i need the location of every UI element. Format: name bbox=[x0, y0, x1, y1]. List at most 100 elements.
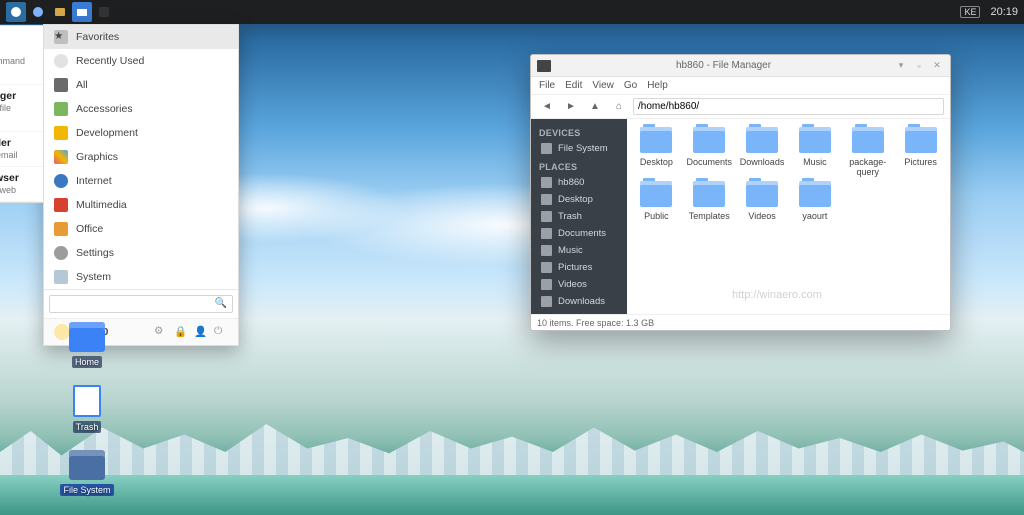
top-panel: KE 20:19 bbox=[0, 0, 1024, 24]
status-free-space: Free space: 1.3 GB bbox=[576, 318, 654, 328]
window-titlebar[interactable]: hb860 - File Manager ▾ ▫ ✕ bbox=[531, 55, 950, 77]
file-label: Pictures bbox=[895, 157, 946, 167]
cat-development[interactable]: Development bbox=[44, 121, 238, 145]
cat-system[interactable]: System bbox=[44, 265, 238, 289]
cat-settings[interactable]: Settings bbox=[44, 241, 238, 265]
folder-icon bbox=[640, 181, 672, 207]
file-label: Downloads bbox=[737, 157, 788, 167]
file-label: Videos bbox=[737, 211, 788, 221]
sidebar-heading-devices: DEVICES bbox=[531, 123, 627, 140]
nav-up-button[interactable]: ▲ bbox=[585, 98, 605, 116]
fav-file-manager[interactable]: File ManagerBrowse the file system bbox=[0, 85, 43, 132]
file-manager-window: hb860 - File Manager ▾ ▫ ✕ File Edit Vie… bbox=[530, 54, 951, 331]
app-menu-categories: ★Favorites Recently Used All Accessories… bbox=[44, 25, 238, 289]
menu-view[interactable]: View bbox=[592, 80, 614, 91]
folder-icon bbox=[640, 127, 672, 153]
cat-accessories[interactable]: Accessories bbox=[44, 97, 238, 121]
folder-icon bbox=[799, 181, 831, 207]
fav-mail[interactable]: Mail ReaderRead your email bbox=[0, 132, 43, 167]
app-menu-popup: Terminal EmulatorUse the command line Fi… bbox=[43, 24, 239, 346]
minimize-button[interactable]: ▾ bbox=[894, 59, 908, 73]
folder-icon bbox=[852, 127, 884, 153]
maximize-button[interactable]: ▫ bbox=[912, 59, 926, 73]
sidebar-item-downloads[interactable]: Downloads bbox=[531, 293, 627, 310]
file-item[interactable]: package-query bbox=[842, 127, 893, 177]
folder-icon bbox=[69, 322, 105, 352]
folder-icon bbox=[693, 181, 725, 207]
star-icon: ★ bbox=[54, 30, 68, 44]
sidebar-item-music[interactable]: Music bbox=[531, 242, 627, 259]
window-title: hb860 - File Manager bbox=[557, 60, 890, 71]
cat-graphics[interactable]: Graphics bbox=[44, 145, 238, 169]
trash-icon bbox=[541, 211, 552, 222]
cat-internet[interactable]: Internet bbox=[44, 169, 238, 193]
menu-file[interactable]: File bbox=[539, 80, 555, 91]
file-item[interactable]: Public bbox=[631, 181, 682, 221]
file-item[interactable]: Videos bbox=[737, 181, 788, 221]
path-input[interactable] bbox=[633, 98, 944, 115]
sidebar-item-documents[interactable]: Documents bbox=[531, 225, 627, 242]
sidebar-heading-places: PLACES bbox=[531, 157, 627, 174]
downloads-icon bbox=[541, 296, 552, 307]
fm-content[interactable]: DesktopDocumentsDownloadsMusicpackage-qu… bbox=[627, 119, 950, 314]
lock-button[interactable]: 🔒 bbox=[174, 325, 188, 339]
panel-app-mail[interactable] bbox=[50, 2, 70, 22]
file-item[interactable]: Desktop bbox=[631, 127, 682, 177]
file-item[interactable]: Music bbox=[789, 127, 840, 177]
sidebar-item-desktop[interactable]: Desktop bbox=[531, 191, 627, 208]
desktop-icon-filesystem[interactable]: File System bbox=[55, 450, 119, 496]
fm-menubar: File Edit View Go Help bbox=[531, 77, 950, 95]
cat-multimedia[interactable]: Multimedia bbox=[44, 193, 238, 217]
internet-icon bbox=[54, 174, 68, 188]
settings-button[interactable]: ⚙ bbox=[154, 325, 168, 339]
sidebar-item-pictures[interactable]: Pictures bbox=[531, 259, 627, 276]
videos-icon bbox=[541, 279, 552, 290]
grid-icon bbox=[54, 78, 68, 92]
app-menu-search-input[interactable] bbox=[49, 295, 233, 313]
keyboard-indicator[interactable]: KE bbox=[960, 6, 980, 18]
menu-go[interactable]: Go bbox=[624, 80, 637, 91]
menu-help[interactable]: Help bbox=[647, 80, 668, 91]
file-label: package-query bbox=[842, 157, 893, 177]
app-menu-favorites: Terminal EmulatorUse the command line Fi… bbox=[0, 25, 43, 203]
panel-app-web[interactable] bbox=[28, 2, 48, 22]
nav-forward-button[interactable]: ► bbox=[561, 98, 581, 116]
nav-home-button[interactable]: ⌂ bbox=[609, 98, 629, 116]
gear-icon bbox=[54, 246, 68, 260]
whisker-menu-button[interactable] bbox=[6, 2, 26, 22]
logout-button[interactable]: ⏻ bbox=[214, 325, 228, 339]
nav-back-button[interactable]: ◄ bbox=[537, 98, 557, 116]
sidebar-item-videos[interactable]: Videos bbox=[531, 276, 627, 293]
file-item[interactable]: Documents bbox=[684, 127, 735, 177]
file-item[interactable]: Downloads bbox=[737, 127, 788, 177]
pictures-icon bbox=[541, 262, 552, 273]
graphics-icon bbox=[54, 150, 68, 164]
clock[interactable]: 20:19 bbox=[990, 6, 1018, 18]
watermark: http://winaero.com bbox=[732, 289, 822, 301]
fav-web[interactable]: Web BrowserBrowse the web bbox=[0, 167, 43, 202]
file-item[interactable]: Pictures bbox=[895, 127, 946, 177]
close-button[interactable]: ✕ bbox=[930, 59, 944, 73]
system-icon bbox=[54, 270, 68, 284]
cat-favorites[interactable]: ★Favorites bbox=[44, 25, 238, 49]
cat-all[interactable]: All bbox=[44, 73, 238, 97]
desktop-icon-home[interactable]: Home bbox=[55, 322, 119, 368]
panel-app-files[interactable] bbox=[72, 2, 92, 22]
sidebar-item-home[interactable]: hb860 bbox=[531, 174, 627, 191]
switch-user-button[interactable]: 👤 bbox=[194, 325, 208, 339]
menu-edit[interactable]: Edit bbox=[565, 80, 582, 91]
cat-office[interactable]: Office bbox=[44, 217, 238, 241]
wallpaper-water bbox=[0, 475, 1024, 515]
folder-icon bbox=[746, 181, 778, 207]
panel-app-terminal[interactable] bbox=[94, 2, 114, 22]
file-item[interactable]: Templates bbox=[684, 181, 735, 221]
sidebar-item-trash[interactable]: Trash bbox=[531, 208, 627, 225]
file-label: yaourt bbox=[789, 211, 840, 221]
file-item[interactable]: yaourt bbox=[789, 181, 840, 221]
file-label: Templates bbox=[684, 211, 735, 221]
sidebar-item-filesystem[interactable]: File System bbox=[531, 140, 627, 157]
desktop-icon-trash[interactable]: Trash bbox=[55, 385, 119, 433]
cat-recent[interactable]: Recently Used bbox=[44, 49, 238, 73]
status-item-count: 10 items. bbox=[537, 318, 574, 328]
fav-terminal[interactable]: Terminal EmulatorUse the command line bbox=[0, 26, 43, 85]
